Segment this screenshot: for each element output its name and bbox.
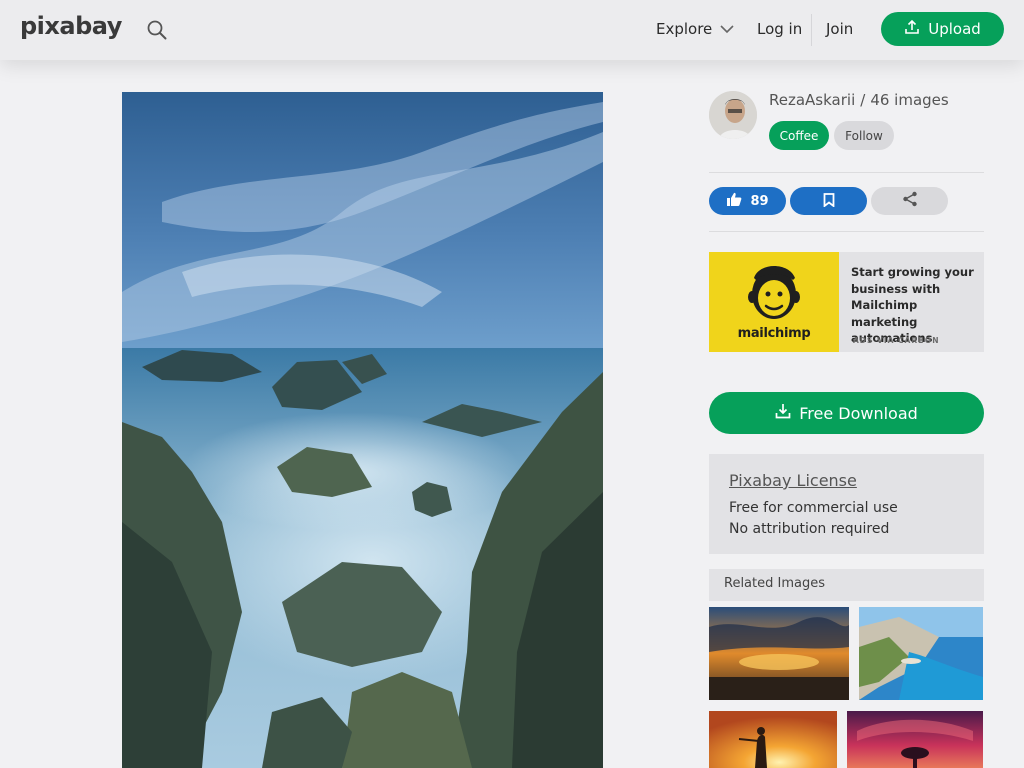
license-box: Pixabay License Free for commercial use … <box>709 454 984 554</box>
upload-label: Upload <box>928 20 981 38</box>
download-label: Free Download <box>799 403 918 423</box>
ad-text: Start growing your business with Mailchi… <box>851 265 974 345</box>
carbon-ad[interactable]: mailchimp Start growing your business wi… <box>709 252 984 352</box>
chevron-down-icon <box>720 20 734 38</box>
pixabay-logo[interactable]: pixabay <box>20 12 122 40</box>
author-info: RezaAskarii / 46 images <box>769 91 949 109</box>
search-icon[interactable] <box>146 19 168 41</box>
main-photo[interactable] <box>122 92 603 768</box>
thumbs-up-icon <box>726 192 742 211</box>
share-button[interactable] <box>871 187 948 215</box>
like-button[interactable]: 89 <box>709 187 786 215</box>
author-images-count[interactable]: 46 images <box>870 91 948 109</box>
login-link[interactable]: Log in <box>757 20 802 38</box>
explore-menu[interactable]: Explore <box>656 20 734 38</box>
follow-button[interactable]: Follow <box>834 121 894 150</box>
ad-via-carbon[interactable]: ADS VIA CARBON <box>853 336 940 345</box>
license-commercial: Free for commercial use <box>729 500 898 516</box>
download-icon <box>775 403 791 423</box>
free-download-button[interactable]: Free Download <box>709 392 984 434</box>
author-avatar[interactable] <box>709 91 757 139</box>
nav-divider <box>811 14 812 46</box>
join-link[interactable]: Join <box>826 20 853 38</box>
related-image[interactable] <box>859 607 983 700</box>
top-header: pixabay Explore Log in Join Upload <box>0 0 1024 60</box>
license-attribution: No attribution required <box>729 521 890 537</box>
upload-button[interactable]: Upload <box>881 12 1004 46</box>
author-name[interactable]: RezaAskarii <box>769 91 855 109</box>
share-icon <box>902 191 918 211</box>
license-link[interactable]: Pixabay License <box>729 471 964 490</box>
related-image[interactable] <box>709 711 837 768</box>
explore-label: Explore <box>656 20 713 38</box>
coffee-button[interactable]: Coffee <box>769 121 829 150</box>
bookmark-button[interactable] <box>790 187 867 215</box>
bookmark-icon <box>823 192 835 211</box>
divider <box>709 172 984 173</box>
related-image[interactable] <box>709 607 849 700</box>
like-count: 89 <box>750 193 769 209</box>
divider <box>709 231 984 232</box>
related-image[interactable] <box>847 711 983 768</box>
author-separator: / <box>860 91 866 109</box>
related-images-heading: Related Images <box>709 569 984 601</box>
ad-brand: mailchimp <box>737 326 811 341</box>
upload-icon <box>904 19 920 39</box>
